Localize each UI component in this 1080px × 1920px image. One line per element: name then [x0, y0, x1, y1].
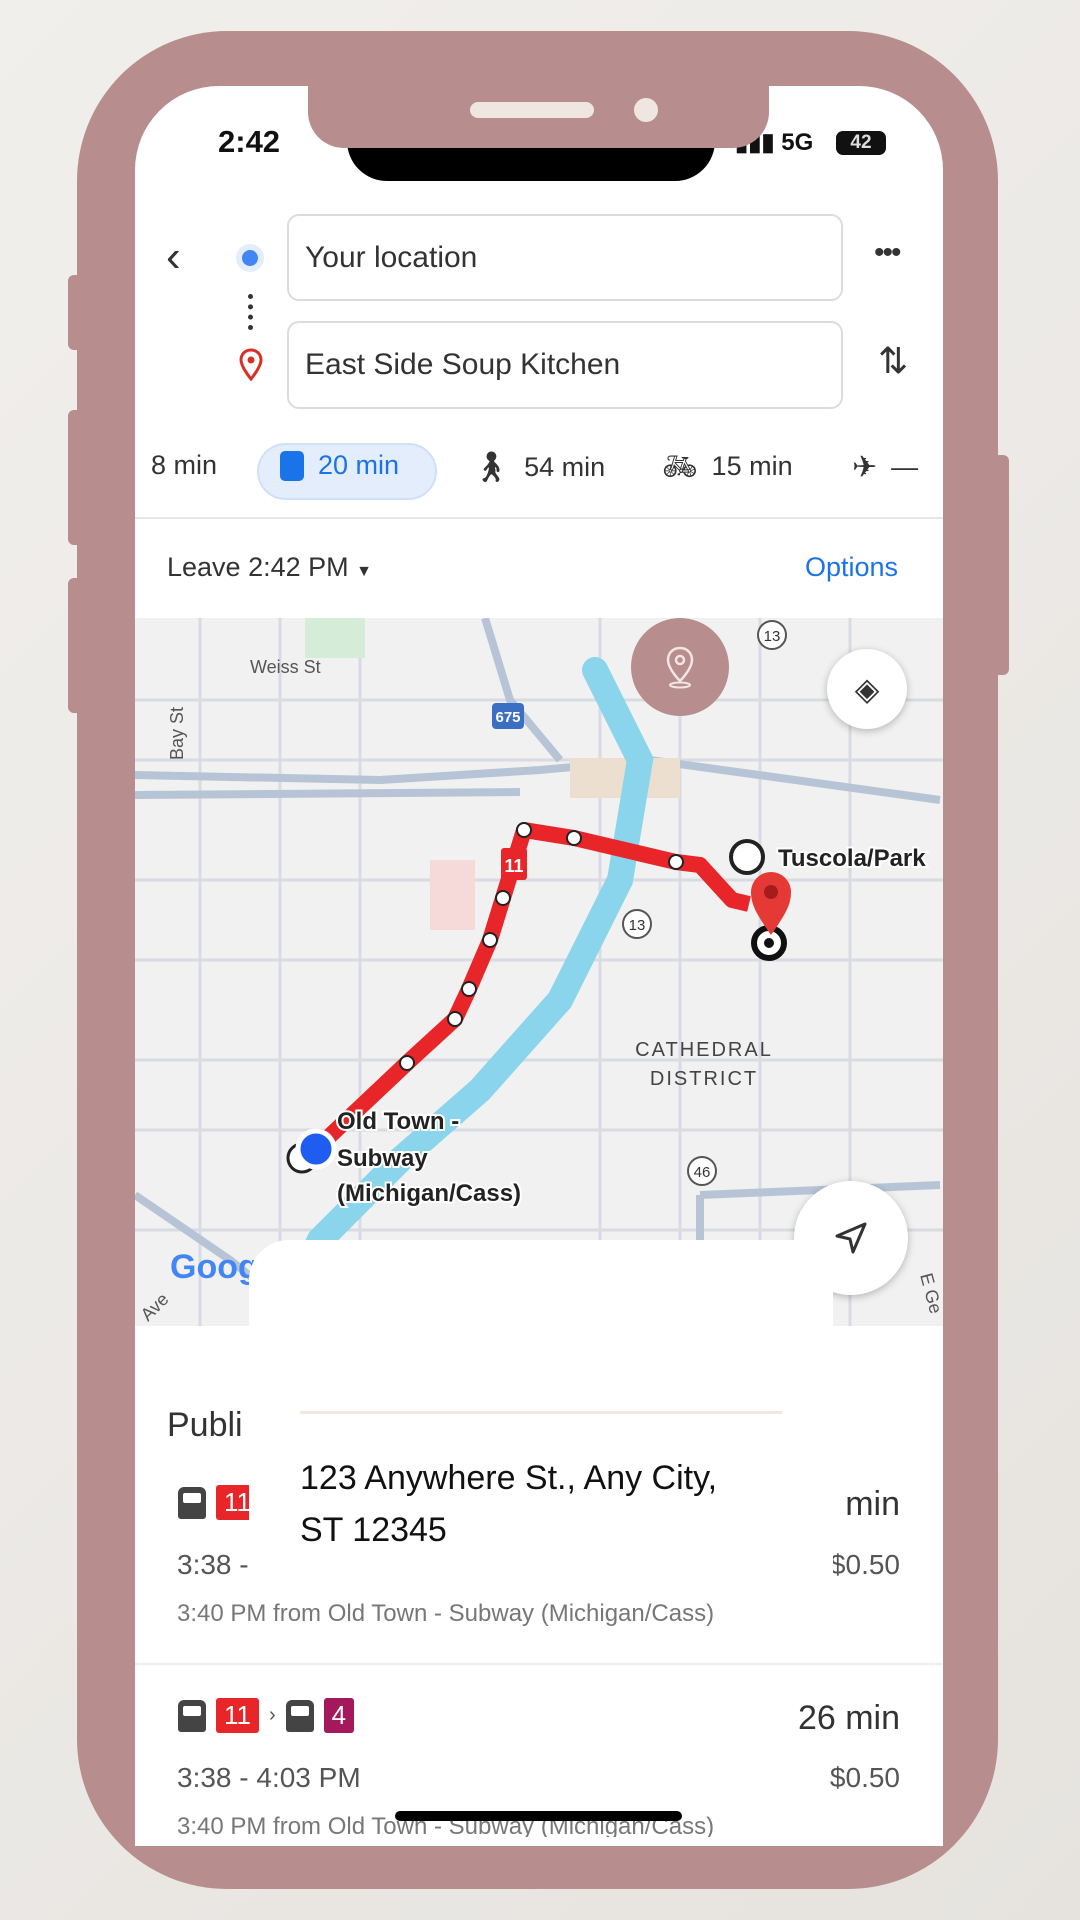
address-line-2: ST 12345: [300, 1511, 447, 1549]
route-shield-label: 13: [629, 917, 646, 934]
network-type: 5G: [781, 129, 814, 156]
route-badge: 4: [323, 1698, 355, 1733]
mode-flight[interactable]: ✈︎ —: [852, 450, 918, 485]
power-button: [993, 455, 1009, 675]
district-label: DISTRICT: [650, 1068, 758, 1090]
route-shield-label: 13: [764, 628, 781, 645]
route-stop-dot: [482, 932, 498, 948]
chevron-right-icon: ›: [269, 1704, 276, 1726]
destination-stop-center: [764, 938, 774, 948]
dropdown-arrow-icon: ▼: [356, 563, 372, 580]
route-number: 11: [504, 856, 523, 876]
swap-icon[interactable]: ⇅: [878, 340, 908, 382]
route-stop-dot: [495, 890, 511, 906]
address-text: 123 Anywhere St., Any City, ST 12345: [300, 1452, 717, 1556]
destination-input[interactable]: East Side Soup Kitchen: [287, 321, 843, 409]
mode-bike[interactable]: 🚲︎ 15 min: [662, 450, 793, 483]
interstate-label: 675: [495, 709, 520, 726]
route-stop-dot: [447, 1011, 463, 1027]
home-indicator: [395, 1811, 682, 1821]
mute-switch: [68, 275, 84, 350]
walk-icon: 🚶︎: [472, 451, 511, 484]
plane-icon: ✈︎: [852, 451, 878, 484]
pin-center: [764, 885, 778, 899]
leave-label: Leave 2:42 PM: [167, 552, 349, 582]
bus-icon: [285, 1699, 314, 1732]
stop-label-oldtown: Old Town -: [337, 1108, 459, 1135]
mode-label: 15 min: [711, 451, 793, 481]
address-overlay-card: 123 Anywhere St., Any City, ST 12345: [249, 1240, 833, 1592]
location-pin-button[interactable]: [631, 618, 729, 716]
address-line-1: 123 Anywhere St., Any City,: [300, 1459, 718, 1497]
origin-input[interactable]: Your location: [287, 214, 843, 301]
stop-label-oldtown: (Michigan/Cass): [337, 1180, 521, 1207]
route-stop-dot: [399, 1055, 415, 1071]
mode-label: 54 min: [524, 452, 606, 482]
transit-route-line: [310, 822, 751, 1155]
street-label-weiss: Weiss St: [250, 657, 321, 677]
mode-walk[interactable]: 🚶︎ 54 min: [472, 450, 605, 485]
route-2-price: $0.50: [829, 1762, 900, 1793]
destination-pin-icon[interactable]: [751, 872, 791, 935]
bus-icon: [178, 1699, 206, 1732]
route-2-icons: 11 › 4: [178, 1698, 355, 1733]
divider: [135, 517, 943, 519]
mode-label: 20 min: [318, 450, 400, 480]
location-pin-icon: [666, 646, 694, 689]
camera: [634, 98, 658, 122]
stop-label-oldtown: Subway: [337, 1145, 428, 1172]
route-stop-dot: [461, 981, 477, 997]
card-divider: [300, 1411, 782, 1414]
park-area: [305, 618, 365, 658]
destination-pin-icon: [239, 348, 263, 382]
battery-icon: 42: [836, 131, 886, 155]
route-2-duration: 26 min: [797, 1699, 900, 1737]
route-stop-dot: [566, 830, 582, 846]
stop-label-tuscola: Tuscola/Park: [778, 845, 926, 872]
leave-time-dropdown[interactable]: Leave 2:42 PM ▼: [167, 552, 372, 583]
street-label-ave: Ave: [137, 1289, 173, 1325]
route-stop-dot: [516, 822, 532, 838]
route-2-times: 3:38 - 4:03 PM: [177, 1762, 361, 1793]
volume-up-button: [68, 410, 84, 545]
mode-label: 8 min: [151, 450, 218, 480]
current-location-dot: [295, 1128, 337, 1170]
divider: [135, 1663, 943, 1665]
volume-down-button: [68, 578, 84, 713]
speaker: [470, 102, 594, 118]
results-heading: Publi: [167, 1406, 243, 1444]
navigation-arrow-icon: [835, 1222, 867, 1254]
street-label-ege: E Ge: [916, 1271, 943, 1316]
status-time: 2:42: [218, 124, 281, 159]
more-options-icon[interactable]: •••: [874, 236, 901, 270]
options-link[interactable]: Options: [805, 552, 898, 583]
origin-dot-icon: [236, 244, 264, 272]
tuscola-stop-marker[interactable]: [729, 839, 765, 875]
layers-icon: ◈: [854, 671, 880, 707]
street-label-bay: Bay St: [167, 707, 187, 760]
train-icon: [280, 450, 304, 481]
google-logo: Goog: [170, 1248, 259, 1286]
route-shield-label: 46: [694, 1164, 711, 1181]
layers-button[interactable]: ◈: [827, 649, 907, 729]
mode-car[interactable]: 8 min: [151, 450, 217, 481]
route-dots-icon: [248, 294, 253, 330]
bike-icon: 🚲︎: [662, 451, 698, 482]
poi-area: [430, 860, 475, 930]
mode-label: —: [891, 452, 919, 482]
district-label: CATHEDRAL: [635, 1039, 773, 1061]
route-stop-dot: [668, 854, 684, 870]
route-badge: 11: [216, 1698, 259, 1733]
mode-transit[interactable]: 20 min: [280, 450, 399, 481]
back-button[interactable]: ‹: [166, 232, 181, 282]
